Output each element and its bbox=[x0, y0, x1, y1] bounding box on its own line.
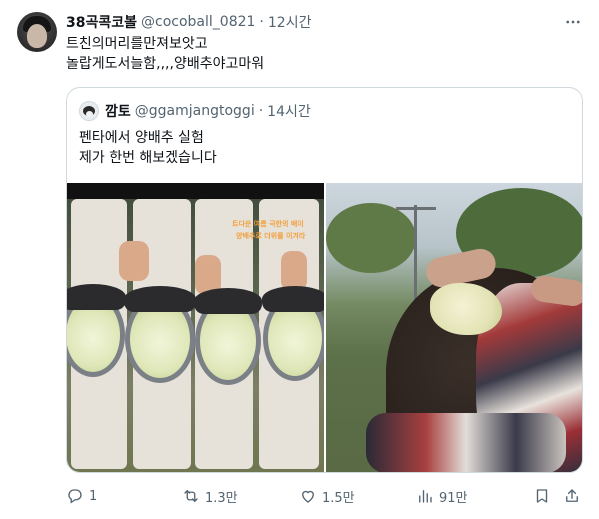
like-count: 1.5만 bbox=[322, 490, 355, 506]
retweet-count: 1.3만 bbox=[205, 490, 238, 506]
reply-button[interactable]: 1 bbox=[66, 485, 97, 507]
more-options-button[interactable] bbox=[563, 12, 583, 32]
quoted-separator-dot: · bbox=[258, 103, 264, 119]
handle[interactable]: @cocoball_0821 bbox=[141, 14, 255, 30]
tweet-text-line: 트친의머리를만져보앗고 bbox=[66, 36, 208, 52]
cap-brim bbox=[194, 288, 262, 314]
quoted-handle[interactable]: @ggamjangtoggi bbox=[135, 103, 255, 119]
tweet-text-line: 놀랍게도서늘함,,,,양배추야고마워 bbox=[66, 56, 265, 72]
display-name[interactable]: 38곡콕코볼 bbox=[66, 12, 137, 32]
cap-brim bbox=[262, 286, 324, 312]
cap-with-cabbage bbox=[194, 288, 262, 385]
photo-caption: 트다운 여름 극한의 배이 양배추로 더위를 이겨라 bbox=[232, 219, 320, 245]
quoted-avatar-shape bbox=[86, 111, 93, 117]
avatar-face bbox=[27, 24, 47, 48]
retweet-button[interactable]: 1.3만 bbox=[182, 485, 238, 507]
cabbage-leaf-on-head-photo[interactable] bbox=[326, 183, 582, 472]
views-count: 91만 bbox=[439, 490, 468, 506]
patterned-scarf bbox=[366, 413, 566, 472]
reply-count: 1 bbox=[89, 488, 98, 504]
share-button[interactable] bbox=[563, 485, 581, 507]
quoted-avatar[interactable] bbox=[79, 101, 99, 121]
views-icon bbox=[419, 490, 432, 503]
views-button[interactable]: 91만 bbox=[416, 485, 468, 507]
quoted-tweet[interactable]: 깜토 @ggamjangtoggi · 14시간 펜타에서 양배추 실험 제가 … bbox=[66, 87, 583, 473]
photo-caption-line: 양배추로 더위를 이겨라 bbox=[236, 232, 306, 240]
hand bbox=[281, 251, 307, 291]
action-bar: 1 1.3만 1.5만 91만 bbox=[66, 485, 583, 507]
hand bbox=[119, 241, 149, 281]
bookmark-icon bbox=[536, 489, 548, 503]
quoted-text-line: 제가 한번 해보겠습니다 bbox=[79, 150, 217, 166]
cap-brim bbox=[124, 286, 196, 312]
tweet-text: 트친의머리를만져보앗고 놀랍게도서늘함,,,,양배추야고마워 bbox=[66, 34, 264, 74]
quoted-media: 트다운 여름 극한의 배이 양배추로 더위를 이겨라 bbox=[67, 183, 582, 472]
quoted-text-line: 펜타에서 양배추 실험 bbox=[79, 130, 204, 146]
timestamp[interactable]: 12시간 bbox=[268, 12, 312, 32]
heart-icon bbox=[302, 490, 314, 503]
cap-with-cabbage bbox=[262, 286, 324, 381]
cap-with-cabbage bbox=[124, 286, 196, 383]
more-icon bbox=[566, 20, 580, 24]
retweet-icon bbox=[184, 490, 198, 502]
tweet[interactable]: 38곡콕코볼 @cocoball_0821 · 12시간 트친의머리를만져보앗고… bbox=[0, 0, 599, 519]
avatar[interactable] bbox=[17, 12, 57, 52]
quoted-display-name[interactable]: 깜토 bbox=[105, 101, 131, 121]
reply-icon bbox=[68, 489, 82, 504]
share-icon bbox=[566, 489, 578, 502]
cap-brim bbox=[67, 284, 126, 310]
separator-dot: · bbox=[259, 14, 264, 30]
tree bbox=[326, 203, 416, 273]
tweet-header: 38곡콕코볼 @cocoball_0821 · 12시간 bbox=[66, 12, 311, 32]
bookmark-button[interactable] bbox=[533, 485, 551, 507]
photo-dark-strip bbox=[67, 183, 324, 199]
quoted-header: 깜토 @ggamjangtoggi · 14시간 bbox=[105, 101, 311, 121]
like-button[interactable]: 1.5만 bbox=[299, 485, 355, 507]
baseball-caps-with-cabbage-photo[interactable]: 트다운 여름 극한의 배이 양배추로 더위를 이겨라 bbox=[67, 183, 324, 472]
quoted-text: 펜타에서 양배추 실험 제가 한번 해보겠습니다 bbox=[79, 128, 217, 168]
photo-caption-line: 트다운 여름 극한의 배이 bbox=[232, 220, 304, 228]
quoted-timestamp[interactable]: 14시간 bbox=[267, 101, 311, 121]
